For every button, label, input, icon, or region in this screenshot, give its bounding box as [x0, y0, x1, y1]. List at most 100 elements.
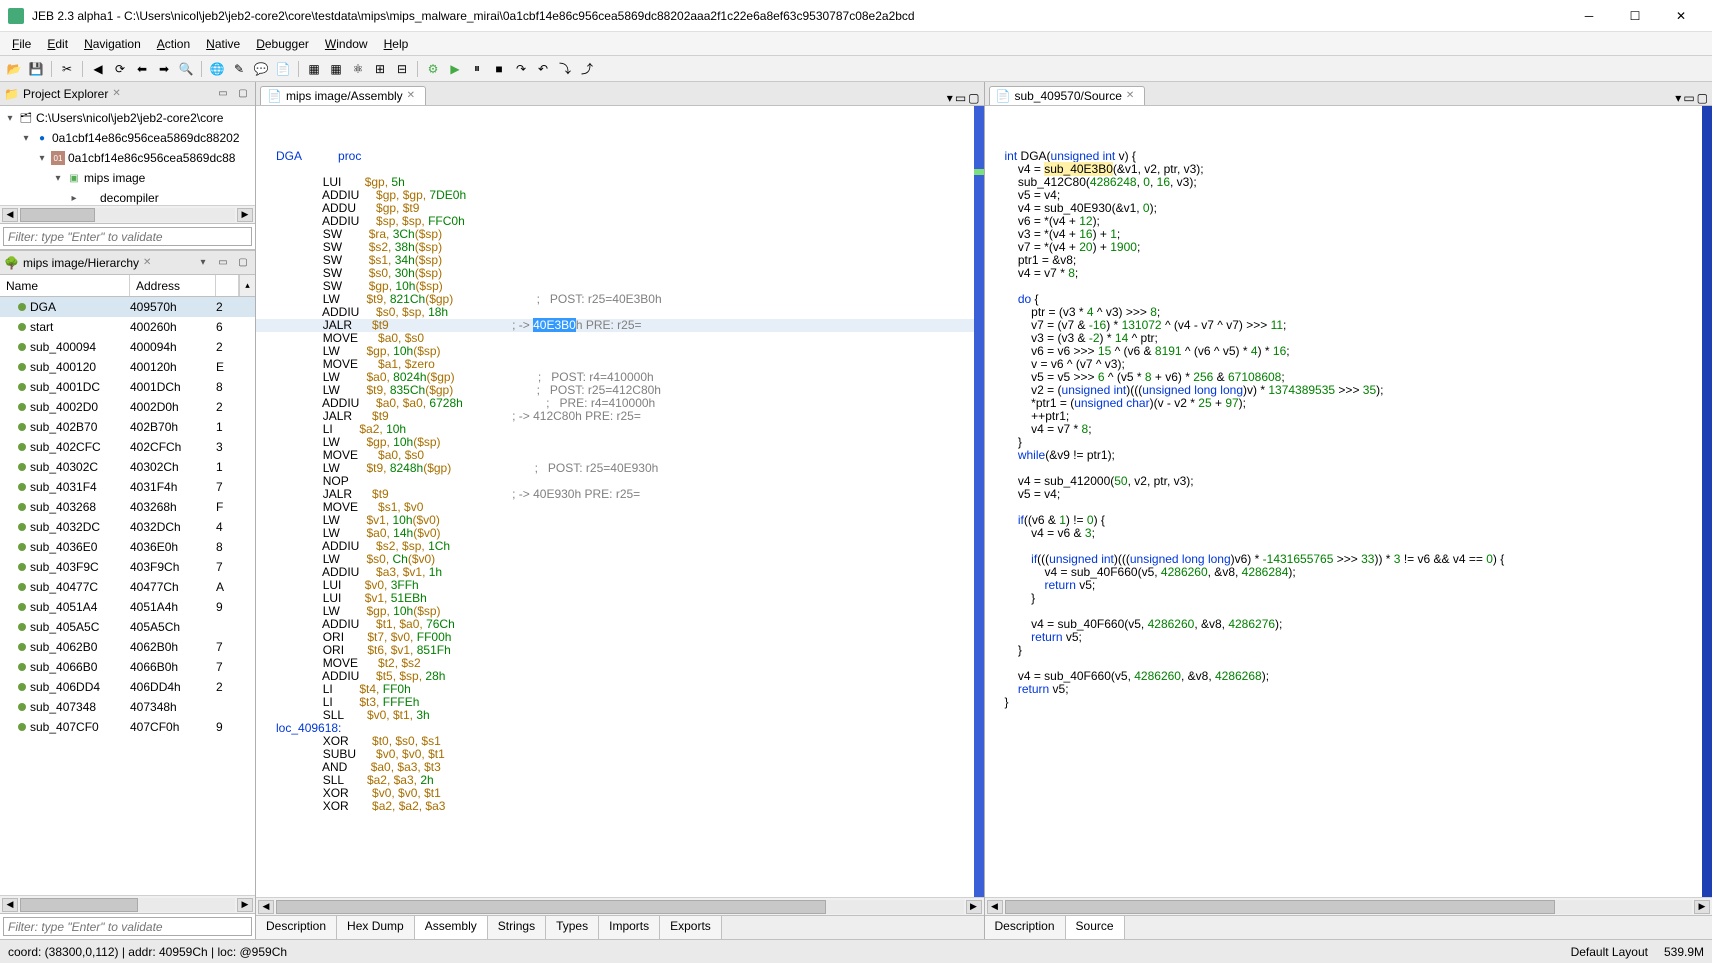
pe-hscroll[interactable]: ◀▶ [0, 205, 255, 223]
bottab-imports[interactable]: Imports [599, 916, 660, 939]
source-view[interactable]: int DGA(unsigned int v) { v4 = sub_40E3B… [985, 106, 1712, 897]
asm-hscroll[interactable]: ◀▶ [256, 897, 984, 915]
hier-row[interactable]: sub_4062B04062B0h7 [0, 637, 255, 657]
hier-row[interactable]: sub_4066B04066B0h7 [0, 657, 255, 677]
menu-navigation[interactable]: Navigation [76, 35, 149, 53]
status-layout[interactable]: Default Layout [1571, 945, 1648, 959]
hier-row[interactable]: sub_4036E04036E0h8 [0, 537, 255, 557]
tab-source[interactable]: 📄sub_409570/Source✕ [989, 86, 1145, 105]
fwd2-icon[interactable]: ➡ [154, 59, 174, 79]
play-icon[interactable]: ▶ [445, 59, 465, 79]
menu-help[interactable]: Help [376, 35, 417, 53]
bottab-description[interactable]: Description [256, 916, 337, 939]
hier-row[interactable]: sub_40302C40302Ch1 [0, 457, 255, 477]
tree-icon[interactable]: ⊞ [370, 59, 390, 79]
hier-row[interactable]: sub_4002D04002D0h2 [0, 397, 255, 417]
bottab-hex-dump[interactable]: Hex Dump [337, 916, 415, 939]
code-icon[interactable]: 📄 [273, 59, 293, 79]
graph-icon[interactable]: ⚛ [348, 59, 368, 79]
bottab-source[interactable]: Source [1066, 916, 1125, 939]
run-icon[interactable]: ⚙ [423, 59, 443, 79]
pe-filter-input[interactable] [3, 227, 252, 246]
menu-debugger[interactable]: Debugger [248, 35, 317, 53]
pe-min-icon[interactable]: ▭ [215, 86, 231, 102]
hier-row[interactable]: sub_403F9C403F9Ch7 [0, 557, 255, 577]
pe-max-icon[interactable]: ▢ [235, 86, 251, 102]
hier-row[interactable]: sub_400094400094h2 [0, 337, 255, 357]
grid2-icon[interactable]: ▦ [326, 59, 346, 79]
edit-icon[interactable]: ✎ [229, 59, 249, 79]
step1-icon[interactable]: ↷ [511, 59, 531, 79]
bottab-assembly[interactable]: Assembly [415, 916, 488, 939]
pe-close-icon[interactable]: ✕ [112, 88, 124, 100]
save-icon[interactable]: 💾 [26, 59, 46, 79]
hier-row[interactable]: sub_400120400120hE [0, 357, 255, 377]
asm-max-icon[interactable]: ▢ [968, 91, 979, 105]
hier-close-icon[interactable]: ✕ [143, 257, 155, 269]
tab-assembly[interactable]: 📄mips image/Assembly✕ [260, 86, 426, 105]
hier-row[interactable]: sub_4032DC4032DCh4 [0, 517, 255, 537]
hier-row[interactable]: sub_407348407348h [0, 697, 255, 717]
src-bottom-tabs[interactable]: DescriptionSource [985, 915, 1712, 939]
asm-bottom-tabs[interactable]: DescriptionHex DumpAssemblyStringsTypesI… [256, 915, 984, 939]
hier-row[interactable]: sub_402CFC402CFCh3 [0, 437, 255, 457]
stop-icon[interactable]: ■ [489, 59, 509, 79]
hier-row[interactable]: sub_403268403268hF [0, 497, 255, 517]
window-title: JEB 2.3 alpha1 - C:\Users\nicol\jeb2\jeb… [32, 9, 1566, 23]
step4-icon[interactable]: ⤴ [577, 59, 597, 79]
expand-icon[interactable]: ⊟ [392, 59, 412, 79]
asm-min-icon[interactable]: ▭ [955, 91, 966, 105]
src-hscroll[interactable]: ◀▶ [985, 897, 1712, 915]
hier-row[interactable]: sub_402B70402B70h1 [0, 417, 255, 437]
hier-min-icon[interactable]: ▭ [215, 255, 231, 271]
src-min-icon[interactable]: ▭ [1683, 91, 1694, 105]
fwd-icon[interactable]: ⬅ [132, 59, 152, 79]
back-icon[interactable]: ◀ [88, 59, 108, 79]
grid1-icon[interactable]: ▦ [304, 59, 324, 79]
asm-tab-close-icon[interactable]: ✕ [407, 90, 419, 102]
comment-icon[interactable]: 💬 [251, 59, 271, 79]
open-icon[interactable]: 📂 [4, 59, 24, 79]
refresh-icon[interactable]: ⟳ [110, 59, 130, 79]
hier-max-icon[interactable]: ▢ [235, 255, 251, 271]
menu-file[interactable]: File [4, 35, 39, 53]
hier-row[interactable]: DGA409570h2 [0, 297, 255, 317]
hier-row[interactable]: sub_40477C40477ChA [0, 577, 255, 597]
bottab-types[interactable]: Types [546, 916, 599, 939]
hier-row[interactable]: sub_406DD4406DD4h2 [0, 677, 255, 697]
hier-row[interactable]: start400260h6 [0, 317, 255, 337]
cut-icon[interactable]: ✂ [57, 59, 77, 79]
hier-row[interactable]: sub_407CF0407CF0h9 [0, 717, 255, 737]
hier-row[interactable]: sub_4001DC4001DCh8 [0, 377, 255, 397]
step3-icon[interactable]: ⤵ [555, 59, 575, 79]
hier-menu-icon[interactable]: ▾ [195, 255, 211, 271]
bottab-description[interactable]: Description [985, 916, 1066, 939]
menu-action[interactable]: Action [149, 35, 198, 53]
hier-row[interactable]: sub_4031F44031F4h7 [0, 477, 255, 497]
hier-hscroll[interactable]: ◀▶ [0, 895, 255, 913]
hier-header[interactable]: Name Address ▴ [0, 275, 255, 297]
search-icon[interactable]: 🔍 [176, 59, 196, 79]
maximize-button[interactable]: ☐ [1612, 0, 1658, 32]
bottab-exports[interactable]: Exports [660, 916, 722, 939]
minimize-button[interactable]: ─ [1566, 0, 1612, 32]
hier-list[interactable]: DGA409570h2start400260h6sub_400094400094… [0, 297, 255, 895]
asm-menu-icon[interactable]: ▾ [947, 91, 953, 105]
menu-edit[interactable]: Edit [39, 35, 76, 53]
hier-filter-input[interactable] [3, 917, 252, 936]
project-tree[interactable]: ▾🗂C:\Users\nicol\jeb2\jeb2-core2\core ▾●… [0, 106, 255, 205]
assembly-view[interactable]: DGA proc LUI $gp, 5h ADDIU $gp, $gp, 7DE… [256, 106, 984, 897]
menu-window[interactable]: Window [317, 35, 376, 53]
pause-icon[interactable]: ⏸ [467, 59, 487, 79]
hier-row[interactable]: sub_405A5C405A5Ch [0, 617, 255, 637]
app-icon [8, 8, 24, 24]
step2-icon[interactable]: ↶ [533, 59, 553, 79]
menu-native[interactable]: Native [198, 35, 248, 53]
src-max-icon[interactable]: ▢ [1697, 91, 1708, 105]
bottab-strings[interactable]: Strings [488, 916, 546, 939]
hier-row[interactable]: sub_4051A44051A4h9 [0, 597, 255, 617]
src-menu-icon[interactable]: ▾ [1675, 91, 1681, 105]
src-tab-close-icon[interactable]: ✕ [1126, 90, 1138, 102]
world-icon[interactable]: 🌐 [207, 59, 227, 79]
close-button[interactable]: ✕ [1658, 0, 1704, 32]
